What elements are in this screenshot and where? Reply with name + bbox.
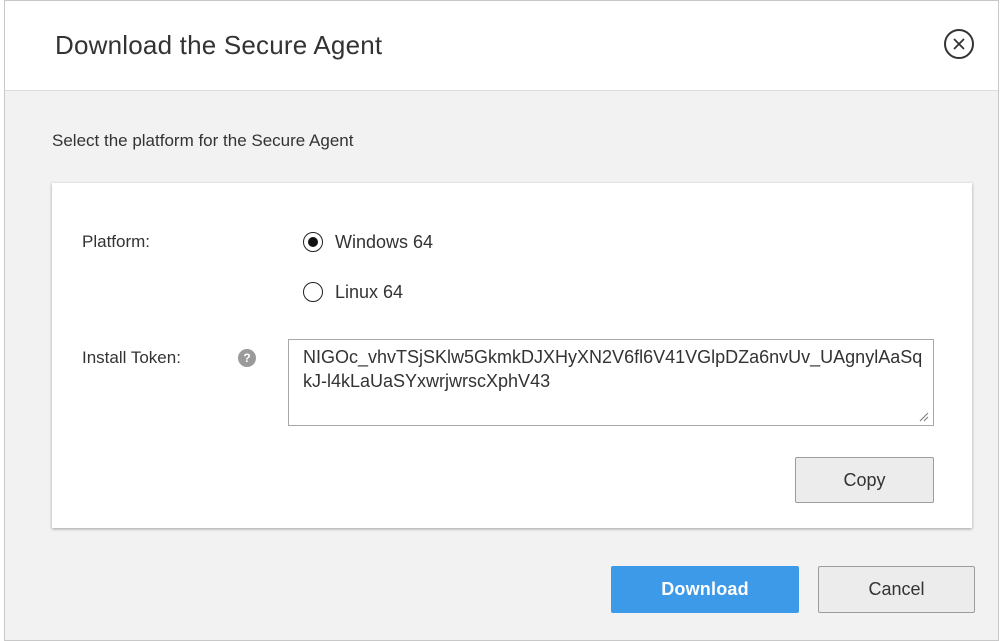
install-token-field[interactable]: NIGOc_vhvTSjSKlw5GkmkDJXHyXN2V6fl6V41VGl… bbox=[288, 339, 934, 426]
dialog-header: Download the Secure Agent bbox=[5, 1, 998, 91]
close-icon bbox=[953, 38, 965, 50]
radio-linux-64[interactable]: Linux 64 bbox=[303, 279, 403, 305]
install-token-label: Install Token: bbox=[82, 348, 181, 367]
download-button[interactable]: Download bbox=[611, 566, 799, 613]
dialog-subtitle: Select the platform for the Secure Agent bbox=[52, 131, 354, 150]
radio-windows-64[interactable]: Windows 64 bbox=[303, 229, 433, 255]
cancel-button[interactable]: Cancel bbox=[818, 566, 975, 613]
help-icon[interactable]: ? bbox=[238, 349, 256, 367]
dialog-title: Download the Secure Agent bbox=[55, 30, 383, 60]
radio-button-selected[interactable] bbox=[303, 232, 323, 252]
radio-label-linux-64: Linux 64 bbox=[335, 281, 404, 302]
resize-handle-icon[interactable] bbox=[918, 411, 929, 422]
radio-label-windows-64: Windows 64 bbox=[335, 231, 434, 252]
radio-button-unselected[interactable] bbox=[303, 282, 323, 302]
platform-panel: Platform: Windows 64 Linux 64 Install To… bbox=[52, 183, 972, 528]
copy-button[interactable]: Copy bbox=[795, 457, 934, 503]
close-button[interactable] bbox=[944, 29, 974, 59]
secure-agent-dialog: Download the Secure Agent Select the pla… bbox=[4, 0, 999, 641]
platform-label: Platform: bbox=[82, 232, 151, 251]
